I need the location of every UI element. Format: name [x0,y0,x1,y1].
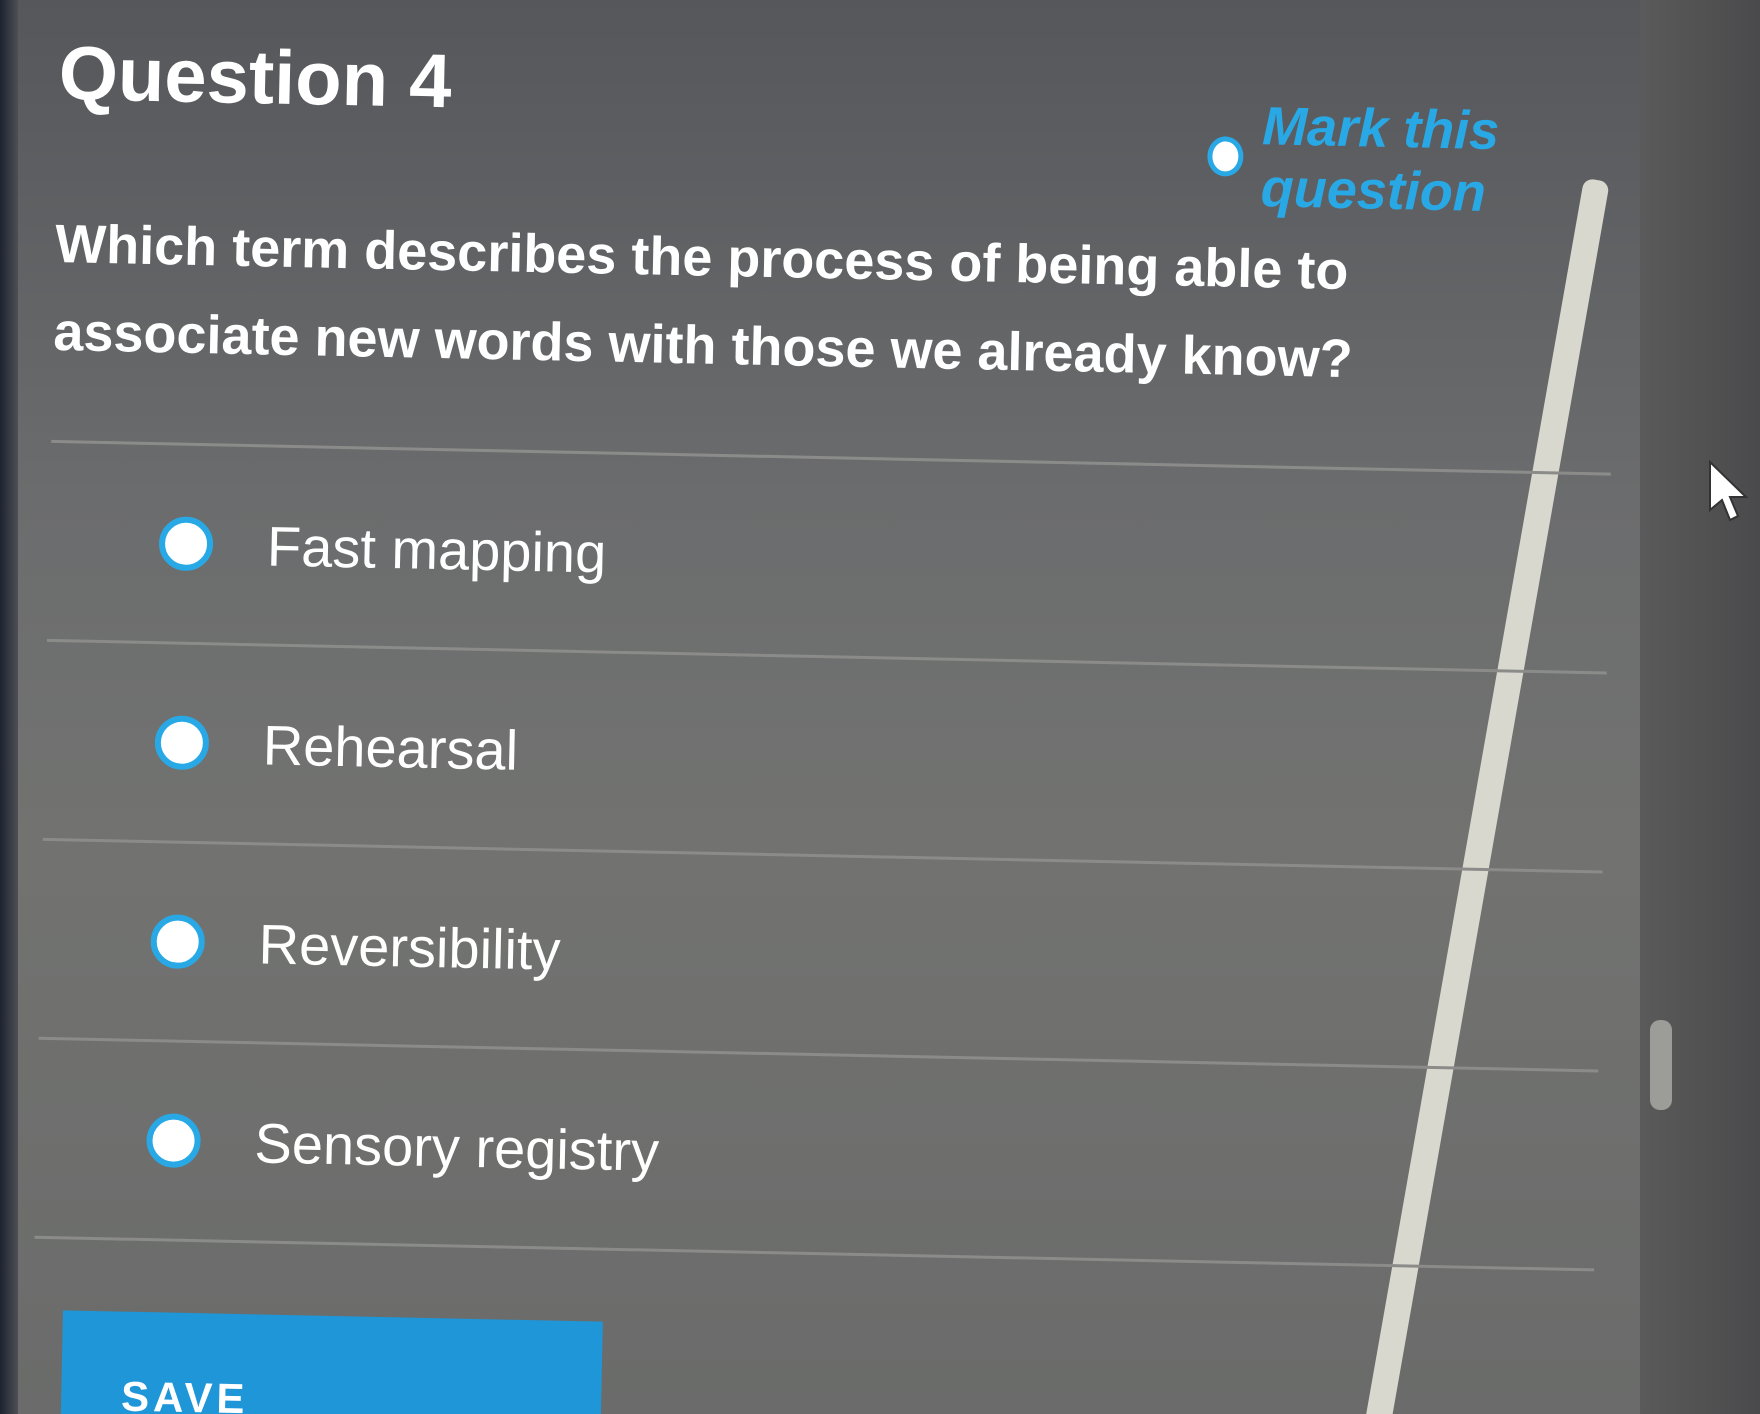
mouse-pointer-icon [1709,460,1749,522]
mark-question-label[interactable]: Mark this question [1260,95,1678,228]
question-text: Which term describes the process of bein… [52,213,1354,390]
save-button[interactable]: SAVE [60,1310,603,1414]
mark-radio-icon[interactable] [1206,136,1244,177]
question-panel: Question 4 Mark this question Which term… [31,20,1680,1414]
quiz-screen: Question 4 Mark this question Which term… [0,0,1760,1414]
answer-option-sensory-registry[interactable]: Sensory registry [34,1036,1599,1272]
radio-icon[interactable] [158,516,214,572]
answer-options: Fast mapping Rehearsal Reversibility Sen… [34,439,1611,1272]
option-label[interactable]: Reversibility [258,911,561,982]
radio-icon[interactable] [154,715,210,771]
mark-question-toggle[interactable]: Mark this question [1206,94,1678,228]
question-header: Question 4 Mark this question [57,20,1679,223]
option-label[interactable]: Rehearsal [262,712,519,782]
question-title: Question 4 [57,30,453,125]
radio-icon[interactable] [145,1113,202,1169]
answer-option-rehearsal[interactable]: Rehearsal [42,638,1607,871]
answer-option-reversibility[interactable]: Reversibility [38,837,1603,1070]
option-label[interactable]: Sensory registry [254,1110,660,1183]
monitor-bezel [0,0,18,1414]
radio-icon[interactable] [150,914,206,970]
option-label[interactable]: Fast mapping [266,513,607,585]
answer-option-fast-mapping[interactable]: Fast mapping [47,439,1611,672]
